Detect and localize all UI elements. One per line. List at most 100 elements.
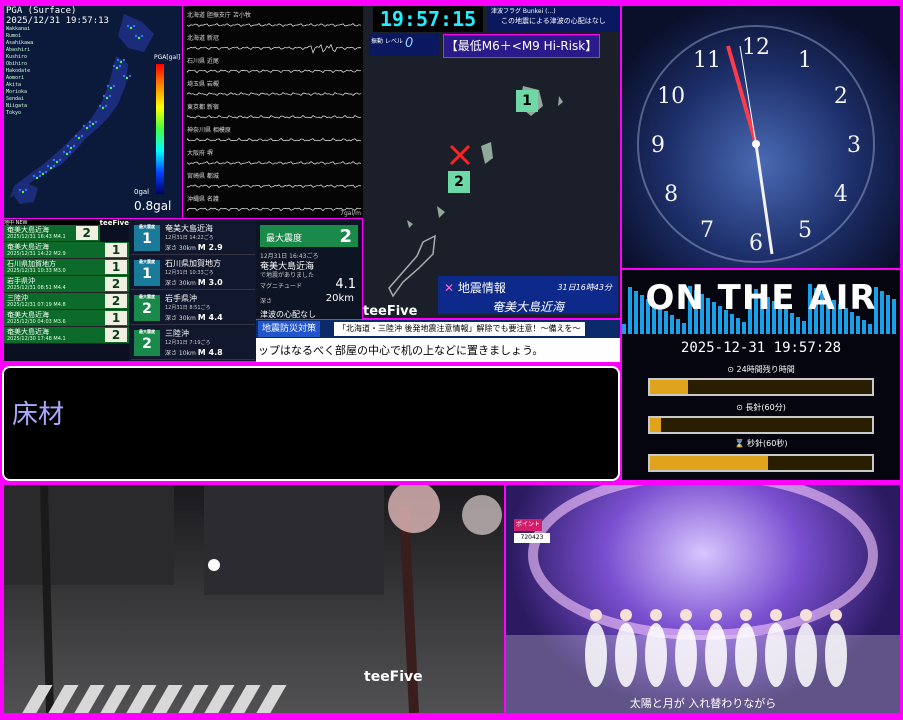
- cross-icon: ✕: [444, 281, 455, 295]
- clock-number: 10: [657, 84, 685, 109]
- quake-row-intensity: 2: [105, 294, 127, 308]
- progress-24h: [648, 378, 874, 396]
- quake-card[interactable]: 最大震度 1 奄美大島近海 12月31日 14:22ごろ 深さ 30km M 2.9: [131, 221, 255, 255]
- ticker-header-row: 地震防災対策 「北海道・三陸沖 後発地震注意情報」解除でも要注意！～備えを～: [256, 320, 620, 338]
- quake-list-row[interactable]: 奄美大島近海 2025/12/31 14:22 M2.9 1: [4, 242, 129, 259]
- quake-row-date: 2025/12/31 08:51: [7, 285, 52, 291]
- bar-label-3: ⌛ 秒針(60秒): [622, 438, 900, 449]
- quake-row-date: 2025/12/31 14:22: [7, 251, 52, 257]
- gal-min: 0gal: [134, 188, 150, 196]
- quake-list-row[interactable]: 岩手県沖 2025/12/31 08:51 M4.4 2: [4, 276, 129, 293]
- quake-card-name: 石川県加賀地方: [165, 259, 221, 268]
- quake-card-date: 12月31日 8:51ごろ: [165, 305, 211, 311]
- detail-magnitude: 4.1: [335, 277, 356, 292]
- quake-row-label: 奄美大島近海 2025/12/30 17:48 M4.1: [4, 327, 107, 343]
- bar-label-1-text: 24時間残り時間: [736, 365, 795, 374]
- quake-card-mag: M 3.0: [197, 278, 223, 287]
- quake-row-intensity: 2: [105, 328, 127, 342]
- eq-bar: [682, 323, 686, 334]
- stage-broadcast: ポイント 720423 太陽と月が 入れ替わりながら: [506, 485, 900, 713]
- quake-row-mag: M2.9: [53, 251, 66, 257]
- detail-sub: で地震がありました: [260, 272, 315, 279]
- seismo-trace-label: 神奈川県 相模原: [187, 127, 231, 134]
- quake-row-date: 2025/12/31 10:33: [7, 268, 52, 274]
- seismo-trace: 神奈川県 相模原: [187, 125, 361, 146]
- quake-card[interactable]: 最大震度 2 三陸沖 12月31日 7:19ごろ 深さ 10km M 4.8: [131, 326, 255, 360]
- quake-row-name: 三陸沖: [7, 294, 28, 302]
- seismo-trace-label: 北海道 胆振支庁 苫小牧: [187, 12, 251, 19]
- quake-card[interactable]: 最大震度 2 岩手県沖 12月31日 8:51ごろ 深さ 30km M 4.4: [131, 291, 255, 325]
- seismo-trace: 沖縄県 名護: [187, 194, 361, 215]
- islands-map: [388, 86, 563, 298]
- quake-card-intensity-label: 最大震度: [139, 259, 155, 264]
- quake-row-name: 石川県加賀地方: [7, 260, 56, 268]
- eq-bar: [742, 322, 746, 334]
- quake-card-mag: M 4.8: [197, 348, 223, 357]
- quake-list-row[interactable]: 石川県加賀地方 2025/12/31 10:33 M3.0 1: [4, 259, 129, 276]
- quake-row-label: 奄美大島近海 2025/12/30 04:03 M3.6: [4, 310, 107, 326]
- news-ticker: 地震防災対策 「北海道・三陸沖 後発地震注意情報」解除でも要注意！～備えを～ ッ…: [256, 320, 620, 362]
- points-value: 720423: [514, 533, 550, 543]
- quake-detail-panel: 最大震度 2 12月31日 16:43ごろ 奄美大島近海 で地震がありました マ…: [256, 219, 362, 319]
- clock-number: 9: [651, 133, 665, 158]
- detail-depth-label: 深さ: [260, 298, 273, 305]
- quake-row-mag: M4.1: [53, 336, 66, 342]
- bar-label-2: ⊙ 長針(60分): [622, 402, 900, 413]
- detail-depth: 20km: [325, 293, 354, 304]
- quake-card-depth: 深さ 10km: [165, 350, 196, 357]
- quake-card-intensity-value: 1: [142, 266, 152, 282]
- quake-card-intensity: 最大震度 2: [134, 329, 160, 356]
- quake-row-intensity: 1: [105, 243, 127, 257]
- quake-card-intensity: 最大震度 2: [134, 294, 160, 321]
- clock-number: 7: [700, 218, 714, 243]
- seismo-trace: 大阪府 堺: [187, 148, 361, 169]
- stage-subtitle: 太陽と月が 入れ替わりながら: [629, 697, 777, 710]
- quake-card-depth-row: 深さ 30km M 4.4: [165, 313, 255, 322]
- on-air-title: ON THE AIR: [645, 278, 877, 318]
- gal-value: 0.8gal: [134, 199, 172, 213]
- quake-row-mag: M3.0: [53, 268, 66, 274]
- analog-clock-panel: 12 1 2 3 4 5 6 7 8 9 10 11: [622, 6, 900, 268]
- quake-list-row[interactable]: 奄美大島近海 2025/12/30 17:48 M4.1 2: [4, 327, 129, 344]
- quake-card-date: 12月31日 7:19ごろ: [165, 340, 211, 346]
- quake-list-row[interactable]: 三陸沖 2025/12/31 07:19 M4.8 2: [4, 293, 129, 310]
- quake-card-name: 三陸沖: [165, 329, 189, 338]
- legend-title: PGA[gal]: [154, 54, 181, 61]
- quake-card-intensity-value: 2: [142, 336, 152, 352]
- seismo-trace: 宮崎県 都城: [187, 171, 361, 192]
- quake-row-name: 奄美大島近海: [7, 311, 49, 319]
- bar-label-1: ⊙ 24時間残り時間: [622, 364, 900, 375]
- seismo-trace-label: 埼玉県 岩槻: [187, 81, 219, 88]
- quake-card-date: 12月31日 14:22ごろ: [165, 235, 214, 241]
- max-intensity-value: 2: [339, 226, 352, 247]
- quake-card-name: 奄美大島近海: [165, 224, 213, 233]
- eq-bar: [856, 316, 860, 334]
- clock-number: 6: [749, 231, 763, 256]
- quake-info-title: ✕ 地震情報: [444, 279, 506, 296]
- seismo-unit: 7gal/m: [340, 210, 361, 217]
- clock-number: 1: [798, 48, 812, 73]
- eq-bar: [862, 320, 866, 334]
- progress-second-fill: [650, 456, 768, 470]
- quake-list-row[interactable]: 奄美大島近海 2025/12/30 04:03 M3.6 1: [4, 310, 129, 327]
- quake-card[interactable]: 最大震度 1 石川県加賀地方 12月31日 10:33ごろ 深さ 30km M 3.0: [131, 256, 255, 290]
- bar-label-3-text: 秒針(60秒): [747, 439, 788, 448]
- progress-second: [648, 454, 874, 472]
- quake-card-depth: 深さ 30km: [165, 315, 196, 322]
- max-intensity-box: 最大震度 2: [260, 225, 358, 247]
- epicenter-mark-icon: [449, 144, 471, 166]
- map-intensity-badge-1: 1: [516, 90, 538, 112]
- clock-number: 4: [834, 182, 848, 207]
- clock-number: 2: [834, 84, 848, 109]
- quake-row-name: 奄美大島近海: [7, 243, 49, 251]
- max-intensity-label: 最大震度: [266, 234, 303, 244]
- quake-row-name: 岩手県沖: [7, 277, 35, 285]
- quake-row-intensity: 1: [105, 311, 127, 325]
- quake-row-mag: M4.1: [53, 234, 66, 240]
- bar-label-2-text: 長針(60分): [745, 403, 786, 412]
- caption-box: 床材: [2, 366, 620, 481]
- quake-row-intensity: 2: [105, 277, 127, 291]
- quake-list-row[interactable]: 奄美大島近海 2025/12/31 16:43 M4.1 2: [4, 225, 100, 242]
- progress-minute-fill: [650, 418, 662, 432]
- map-intensity-badge-2: 2: [448, 171, 470, 193]
